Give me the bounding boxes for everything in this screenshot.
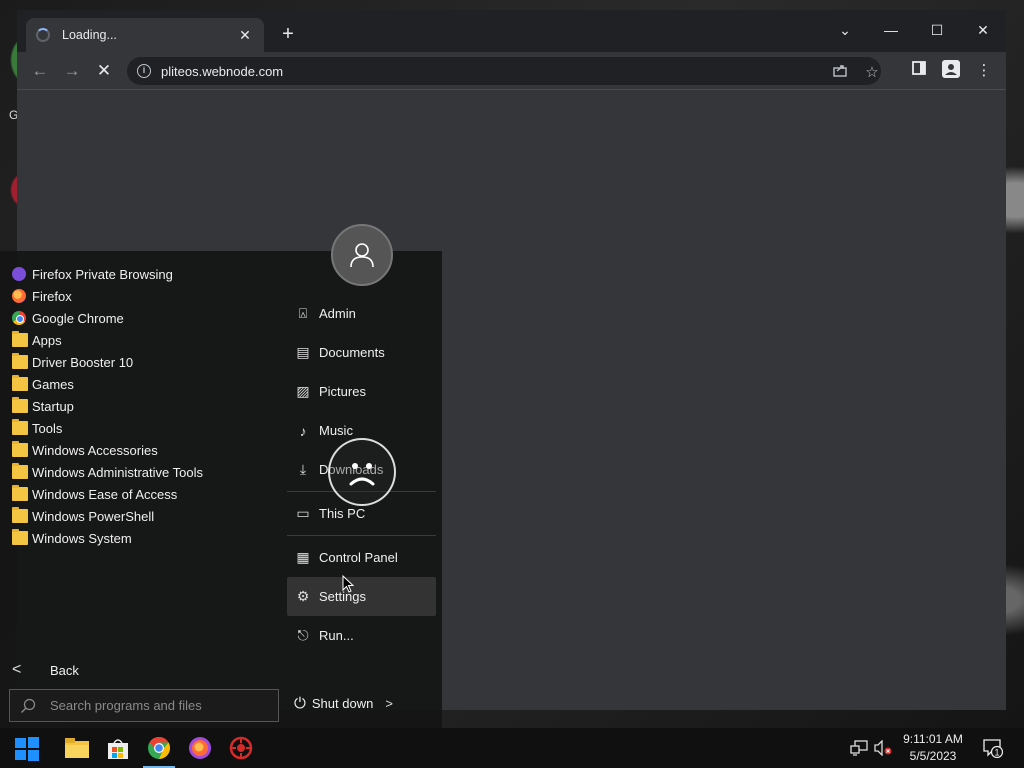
back-button[interactable]: ← <box>27 59 53 83</box>
address-bar[interactable]: i pliteos.webnode.com ☆ <box>127 57 881 85</box>
folder-icon <box>12 331 28 347</box>
folder-icon <box>12 397 28 413</box>
maximize-button[interactable]: ☐ <box>914 16 960 44</box>
program-item[interactable]: Google Chrome <box>0 307 280 329</box>
folder-icon <box>12 529 28 545</box>
tab-close-icon[interactable]: ✕ <box>236 27 254 44</box>
program-item[interactable]: Windows PowerShell <box>0 505 280 527</box>
program-item[interactable]: Windows Administrative Tools <box>0 461 280 483</box>
place-settings[interactable]: ⚙ Settings <box>287 577 436 616</box>
forward-button[interactable]: → <box>59 59 85 83</box>
search-field[interactable] <box>9 689 279 722</box>
program-list: Firefox Private Browsing Firefox Google … <box>0 263 280 549</box>
firefox-icon <box>12 289 26 303</box>
chrome-icon <box>12 311 26 325</box>
power-icon: ⏻ <box>294 695 306 712</box>
firefox-private-icon <box>12 267 26 281</box>
profile-icon[interactable] <box>940 60 962 82</box>
program-item[interactable]: Firefox Private Browsing <box>0 263 280 285</box>
file-explorer-icon[interactable] <box>64 736 89 760</box>
loading-spinner-icon <box>36 28 50 42</box>
divider <box>287 535 436 536</box>
place-pictures[interactable]: ▨ Pictures <box>287 372 436 411</box>
gear-icon: ⚙ <box>296 588 310 604</box>
site-info-icon[interactable]: i <box>137 64 151 78</box>
shutdown-button[interactable]: ⏻ Shut down > <box>294 695 393 712</box>
more-menu-icon[interactable]: ⋮ <box>973 60 995 82</box>
volume-muted-icon[interactable] <box>874 739 892 759</box>
folder-icon <box>12 419 28 435</box>
document-icon: ▤ <box>296 344 310 360</box>
bookmark-star-icon[interactable]: ☆ <box>861 62 883 84</box>
tab-title: Loading... <box>62 28 117 42</box>
tab-loading[interactable]: Loading... ✕ <box>26 18 264 52</box>
system-clock[interactable]: 9:11:01 AM 5/5/2023 <box>896 731 970 765</box>
music-icon: ♪ <box>299 422 307 439</box>
chrome-taskbar-icon[interactable] <box>143 736 175 768</box>
folder-icon <box>12 463 28 479</box>
program-item[interactable]: Games <box>0 373 280 395</box>
place-run[interactable]: ⎋ Run... <box>287 616 436 655</box>
folder-icon <box>12 441 28 457</box>
control-panel-icon: ▦ <box>296 549 310 565</box>
program-item[interactable]: Firefox <box>0 285 280 307</box>
chevron-right-icon[interactable]: > <box>385 696 393 711</box>
clock-time: 9:11:01 AM <box>903 732 963 746</box>
computer-icon: ▭ <box>296 505 310 521</box>
clock-date: 5/5/2023 <box>909 749 957 763</box>
stop-loading-button[interactable]: ✕ <box>91 59 117 83</box>
share-icon[interactable] <box>829 62 851 84</box>
folder-icon <box>12 353 28 369</box>
tab-strip: Loading... ✕ + ⌄ — ☐ ✕ <box>17 10 1006 52</box>
program-item[interactable]: Driver Booster 10 <box>0 351 280 373</box>
place-control-panel[interactable]: ▦ Control Panel <box>287 538 436 577</box>
back-label: Back <box>50 662 79 678</box>
program-item[interactable]: Tools <box>0 417 280 439</box>
mouse-cursor-icon <box>342 575 354 593</box>
program-item[interactable]: Windows Accessories <box>0 439 280 461</box>
windows-start-icon[interactable] <box>14 736 39 761</box>
tab-search-button[interactable]: ⌄ <box>822 16 868 44</box>
new-tab-button[interactable]: + <box>277 24 299 46</box>
place-documents[interactable]: ▤ Documents <box>287 333 436 372</box>
download-icon: ⤓ <box>299 461 307 477</box>
notification-count: 1 <box>994 748 999 758</box>
user-icon <box>350 243 374 268</box>
program-item[interactable]: Startup <box>0 395 280 417</box>
chevron-left-icon: < <box>12 661 22 678</box>
notification-center-icon[interactable]: 1 <box>983 738 1004 759</box>
picture-icon: ▨ <box>296 383 310 399</box>
back-button[interactable]: < Back <box>12 661 79 679</box>
program-item[interactable]: Windows System <box>0 527 280 549</box>
side-panel-icon[interactable] <box>908 60 930 82</box>
folder-icon <box>12 485 28 501</box>
shutdown-label: Shut down <box>311 696 374 711</box>
search-icon <box>21 698 36 713</box>
sad-face-overlay-icon <box>328 438 396 506</box>
firefox-taskbar-icon[interactable] <box>188 736 212 760</box>
user-folder-icon: ⍓ <box>298 305 308 321</box>
place-admin[interactable]: ⍓ Admin <box>287 294 436 333</box>
run-icon: ⎋ <box>297 627 309 643</box>
user-avatar[interactable] <box>331 224 393 286</box>
close-window-button[interactable]: ✕ <box>960 16 1006 44</box>
search-input[interactable] <box>50 698 250 713</box>
folder-icon <box>12 507 28 523</box>
network-icon[interactable] <box>850 740 868 759</box>
minimize-button[interactable]: — <box>868 16 914 44</box>
microsoft-store-icon[interactable] <box>106 736 130 760</box>
url-text[interactable]: pliteos.webnode.com <box>161 64 283 79</box>
folder-icon <box>12 375 28 391</box>
app-security-icon[interactable] <box>229 736 253 760</box>
browser-toolbar: ← → ✕ i pliteos.webnode.com ☆ ⋮ <box>17 52 1006 90</box>
program-item[interactable]: Apps <box>0 329 280 351</box>
taskbar: 9:11:01 AM 5/5/2023 1 <box>0 728 1024 768</box>
program-item[interactable]: Windows Ease of Access <box>0 483 280 505</box>
